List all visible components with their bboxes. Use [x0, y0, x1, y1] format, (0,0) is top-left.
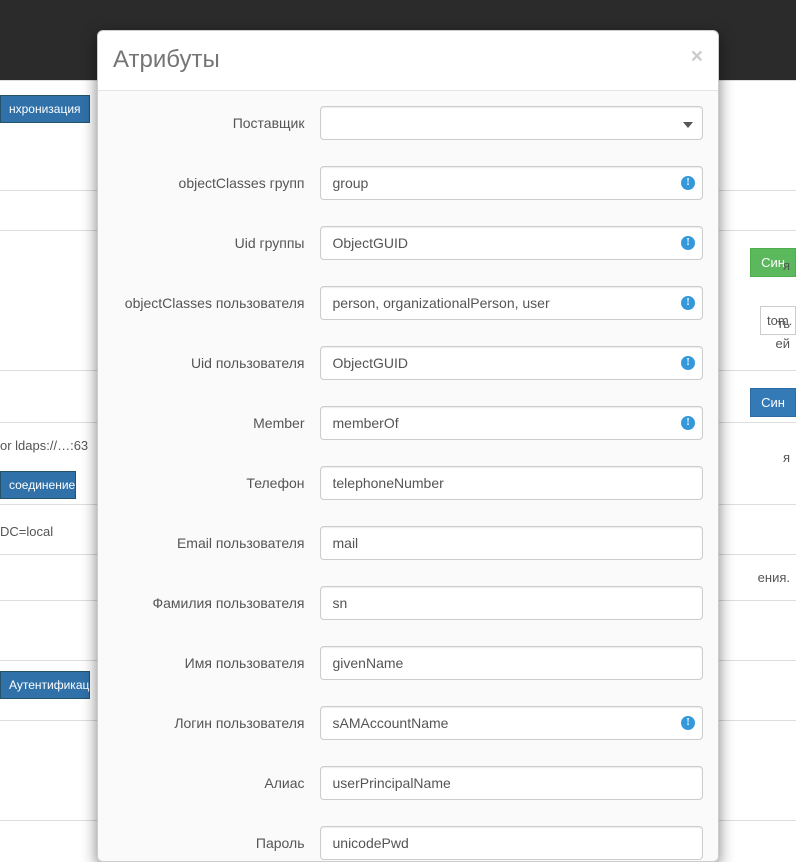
form-row-groupObjClass: objectClasses групп!	[113, 166, 703, 200]
label-groupUid: Uid группы	[113, 235, 320, 251]
input-lastName[interactable]	[320, 586, 704, 620]
input-wrap-userObjClass: !	[320, 286, 704, 320]
input-wrap-lastName	[320, 586, 704, 620]
label-userUid: Uid пользователя	[113, 355, 320, 371]
input-phone[interactable]	[320, 466, 704, 500]
bg-tab-auth[interactable]: Аутентификаци	[0, 671, 90, 699]
form-row-provider: Поставщик	[113, 106, 703, 140]
attributes-modal: Атрибуты × Поставщик objectClasses групп!…	[97, 30, 719, 862]
form-row-groupUid: Uid группы!	[113, 226, 703, 260]
input-wrap-userUid: !	[320, 346, 704, 380]
select-provider[interactable]	[320, 106, 704, 140]
form-row-lastName: Фамилия пользователя	[113, 586, 703, 620]
bg-text-fragment: ей	[776, 336, 791, 351]
label-login: Логин пользователя	[113, 715, 320, 731]
input-password[interactable]	[320, 826, 704, 860]
form-row-phone: Телефон	[113, 466, 703, 500]
input-wrap-password	[320, 826, 704, 860]
form-row-firstName: Имя пользователя	[113, 646, 703, 680]
modal-title: Атрибуты	[113, 46, 220, 75]
input-groupUid[interactable]	[320, 226, 704, 260]
input-userObjClass[interactable]	[320, 286, 704, 320]
label-member: Member	[113, 415, 320, 431]
modal-header: Атрибуты ×	[98, 31, 718, 91]
close-button[interactable]: ×	[691, 46, 703, 67]
label-email: Email пользователя	[113, 535, 320, 551]
input-alias[interactable]	[320, 766, 704, 800]
form-row-alias: Алиас	[113, 766, 703, 800]
input-groupObjClass[interactable]	[320, 166, 704, 200]
input-email[interactable]	[320, 526, 704, 560]
bg-tab-connection[interactable]: соединение	[0, 471, 76, 499]
label-password: Пароль	[113, 835, 320, 851]
close-icon: ×	[691, 45, 703, 68]
info-icon[interactable]: !	[681, 716, 695, 730]
input-wrap-groupObjClass: !	[320, 166, 704, 200]
bg-dc-fragment: DC=local	[0, 524, 53, 539]
form-row-userObjClass: objectClasses пользователя!	[113, 286, 703, 320]
info-icon[interactable]: !	[681, 356, 695, 370]
input-wrap-firstName	[320, 646, 704, 680]
form-row-password: Пароль	[113, 826, 703, 860]
input-member[interactable]	[320, 406, 704, 440]
bg-tab-sync[interactable]: нхронизация	[0, 95, 90, 123]
label-lastName: Фамилия пользователя	[113, 595, 320, 611]
input-firstName[interactable]	[320, 646, 704, 680]
info-icon[interactable]: !	[681, 236, 695, 250]
form-row-email: Email пользователя	[113, 526, 703, 560]
form-row-userUid: Uid пользователя!	[113, 346, 703, 380]
bg-sync-button-blue[interactable]: Син	[750, 388, 796, 417]
bg-text-fragment: я	[783, 258, 790, 273]
input-wrap-phone	[320, 466, 704, 500]
modal-body: ПоставщикobjectClasses групп!Uid группы!…	[98, 91, 718, 861]
form-row-member: Member!	[113, 406, 703, 440]
label-groupObjClass: objectClasses групп	[113, 175, 320, 191]
label-userObjClass: objectClasses пользователя	[113, 295, 320, 311]
bg-ldap-url-fragment: or ldaps://…:63	[0, 438, 88, 453]
input-userUid[interactable]	[320, 346, 704, 380]
bg-text-fragment: ения.	[758, 570, 790, 585]
input-wrap-login: !	[320, 706, 704, 740]
input-wrap-groupUid: !	[320, 226, 704, 260]
bg-text-fragment: ть	[777, 316, 790, 331]
form-row-login: Логин пользователя!	[113, 706, 703, 740]
input-wrap-alias	[320, 766, 704, 800]
label-provider: Поставщик	[113, 115, 320, 131]
label-phone: Телефон	[113, 475, 320, 491]
input-wrap-email	[320, 526, 704, 560]
input-wrap-provider	[320, 106, 704, 140]
input-wrap-member: !	[320, 406, 704, 440]
label-firstName: Имя пользователя	[113, 655, 320, 671]
info-icon[interactable]: !	[681, 416, 695, 430]
info-icon[interactable]: !	[681, 296, 695, 310]
label-alias: Алиас	[113, 775, 320, 791]
input-login[interactable]	[320, 706, 704, 740]
bg-text-fragment: я	[783, 450, 790, 465]
info-icon[interactable]: !	[681, 176, 695, 190]
